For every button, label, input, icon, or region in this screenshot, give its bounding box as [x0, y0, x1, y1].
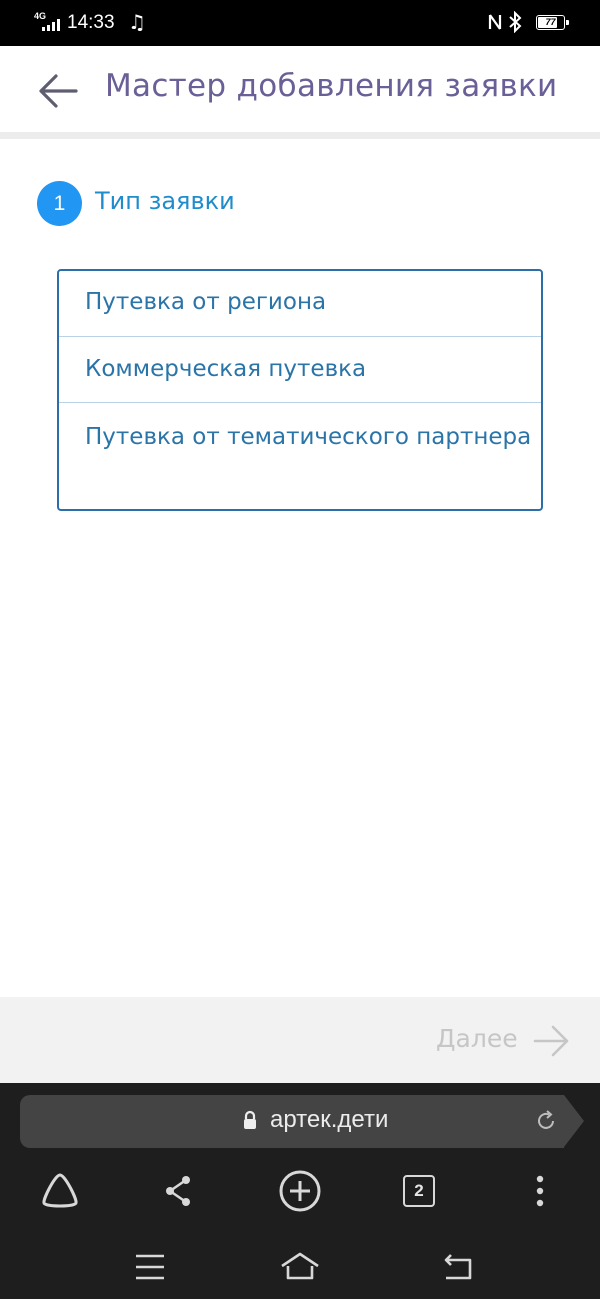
wizard-footer: Далее — [0, 997, 600, 1083]
lock-icon — [244, 1110, 256, 1129]
new-tab-plus-icon[interactable] — [278, 1169, 322, 1213]
app-header: Мастер добавления заявки — [0, 46, 600, 132]
status-bar: 4G 14:33 ♫ 77 — [0, 0, 600, 46]
music-note-icon: ♫ — [128, 10, 146, 34]
browser-toolbar: артек.дети 2 — [0, 1083, 600, 1299]
battery-level-label: 77 — [545, 17, 556, 27]
signal-icon — [42, 19, 60, 31]
url-text: артек.дети — [270, 1106, 389, 1133]
more-menu-icon[interactable] — [518, 1169, 562, 1213]
tabs-button[interactable]: 2 — [397, 1169, 441, 1213]
request-type-list: Путевка от региона Коммерческая путевка … — [57, 269, 543, 511]
back-arrow-icon[interactable] — [38, 70, 80, 112]
status-time: 14:33 — [67, 12, 115, 33]
battery-cap — [566, 20, 569, 25]
tab-count-icon: 2 — [403, 1175, 435, 1207]
address-bar-tip — [564, 1095, 584, 1147]
arrow-right-icon — [533, 1025, 569, 1057]
back-nav-icon[interactable] — [436, 1249, 480, 1285]
option-region-voucher[interactable]: Путевка от региона — [59, 271, 541, 337]
next-button-label: Далее — [436, 1024, 518, 1053]
address-bar[interactable]: артек.дети — [20, 1095, 564, 1148]
page-title: Мастер добавления заявки — [105, 68, 558, 104]
step-number-badge: 1 — [37, 181, 82, 226]
home-nav-icon[interactable] — [278, 1249, 322, 1285]
header-divider — [0, 132, 600, 139]
option-commercial-voucher[interactable]: Коммерческая путевка — [59, 337, 541, 403]
option-thematic-partner-voucher[interactable]: Путевка от тематического партнера — [59, 403, 541, 509]
bluetooth-icon — [509, 11, 522, 33]
step-title: Тип заявки — [95, 187, 235, 215]
share-icon[interactable] — [157, 1169, 201, 1213]
menu-nav-icon[interactable] — [128, 1249, 172, 1285]
battery-icon: 77 — [536, 15, 569, 30]
alice-assistant-icon[interactable] — [38, 1169, 82, 1213]
reload-icon[interactable] — [534, 1109, 558, 1133]
nfc-icon — [488, 14, 502, 30]
